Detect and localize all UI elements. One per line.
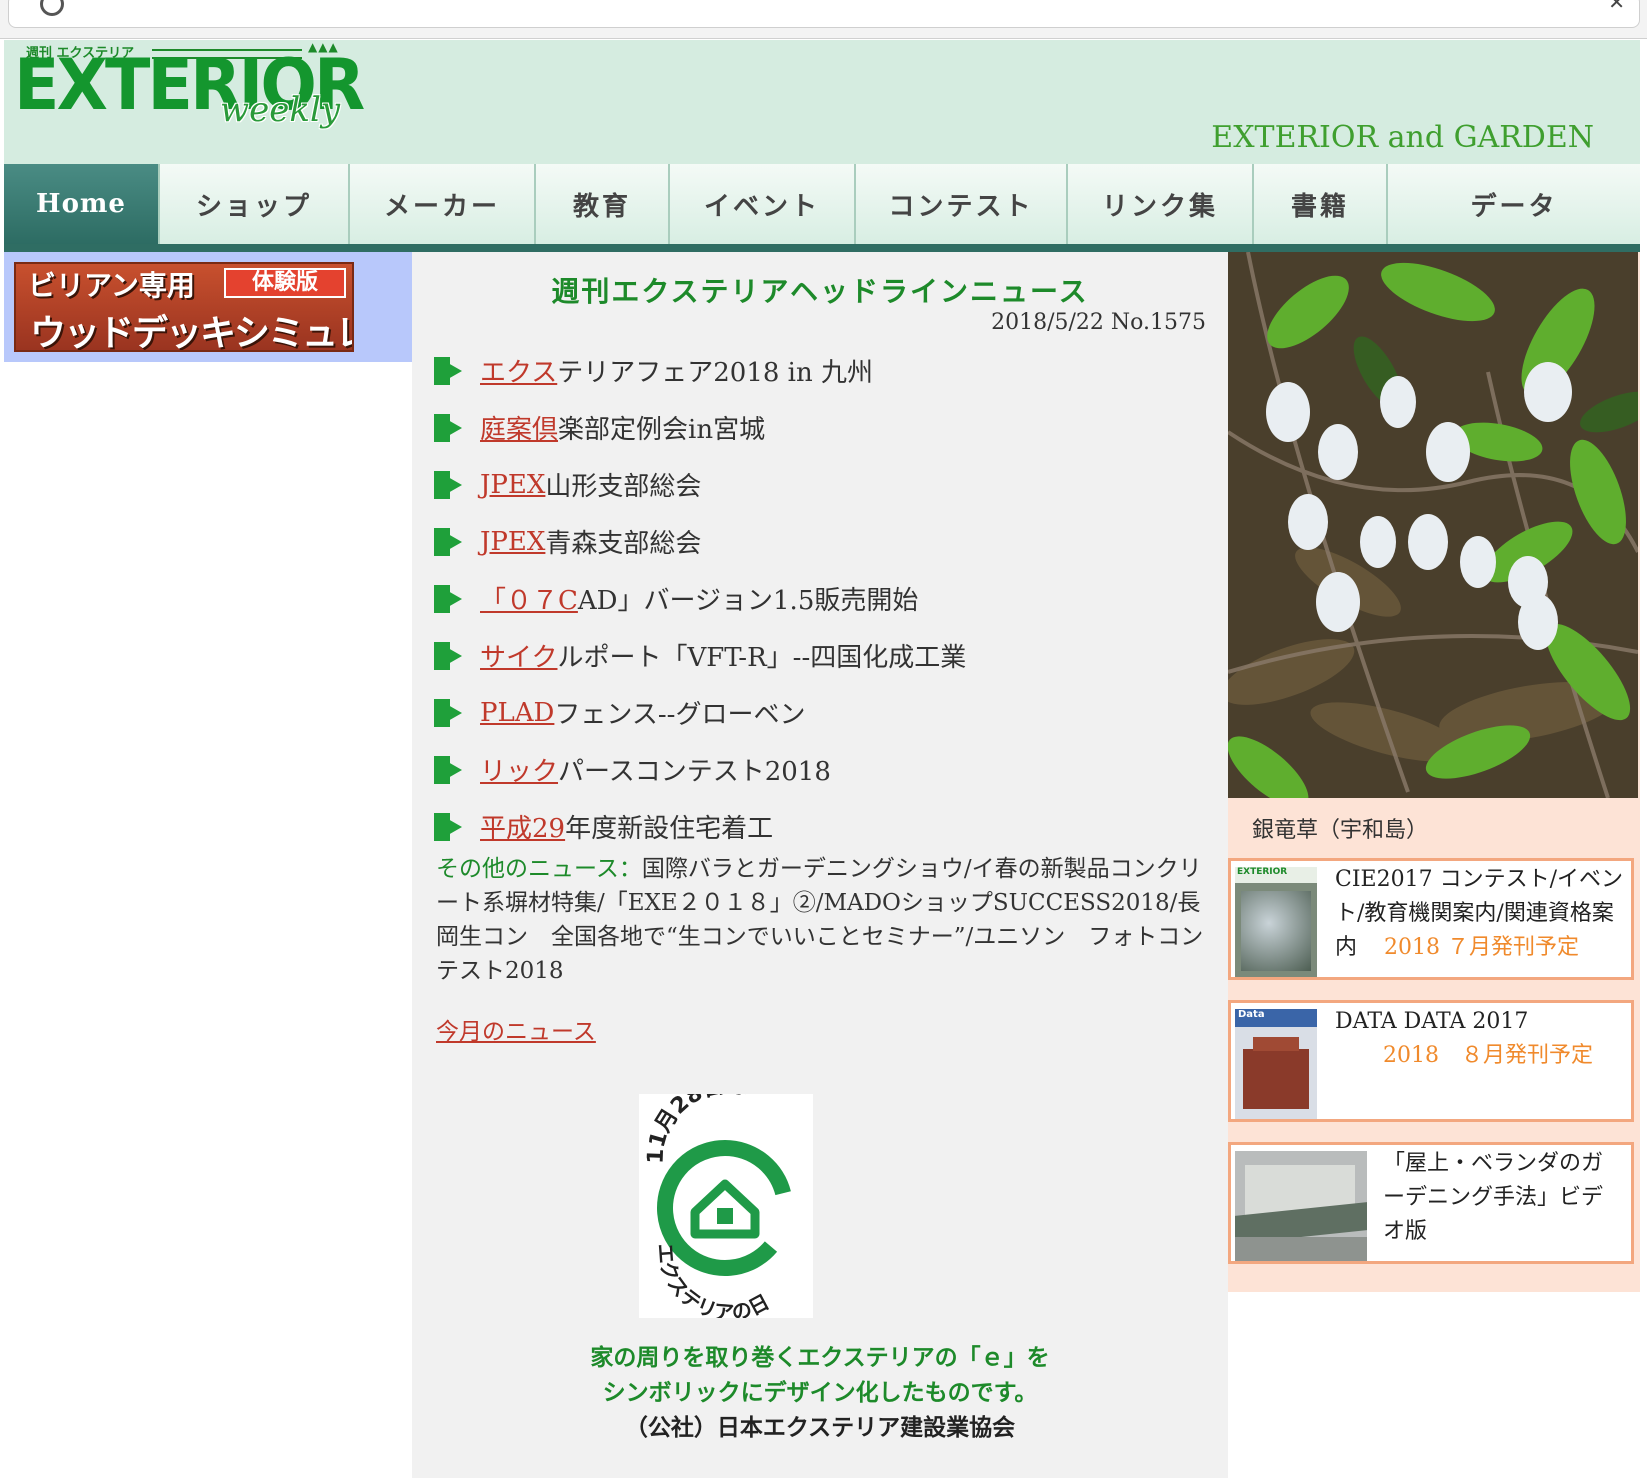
news-item: リック パースコンテスト2018 <box>434 741 1214 798</box>
arrow-bullet-icon <box>434 356 462 385</box>
nav-books[interactable]: 書籍 <box>1254 164 1388 244</box>
news-item: PLAD フェンス--グローベン <box>434 684 1214 741</box>
news-item: 「０７C AD」バージョン1.5販売開始 <box>434 570 1214 627</box>
promo-datadata2017[interactable]: Data DATA DATA 2017 2018 ８月発刊予定 <box>1228 1000 1634 1122</box>
arrow-bullet-icon <box>434 470 462 499</box>
banner-badge: 体験版 <box>224 268 346 298</box>
news-link[interactable]: 「０７C <box>480 580 578 617</box>
logo-weekly: weekly <box>220 90 341 130</box>
news-item: 庭案倶 楽部定例会in宮城 <box>434 399 1214 456</box>
plant-photo-image <box>1228 252 1638 798</box>
cie2017-cover-thumbnail: EXTERIOR <box>1235 867 1317 977</box>
headline-title: 週刊エクステリアヘッドラインニュース <box>551 275 1089 308</box>
featured-plant-photo[interactable] <box>1228 252 1638 798</box>
news-text: ルポート「VFT-R」--四国化成工業 <box>557 643 967 673</box>
arrow-bullet-icon <box>434 812 462 841</box>
photo-caption: 銀竜草（宇和島） <box>1252 818 1429 843</box>
nav-event[interactable]: イベント <box>670 164 856 244</box>
news-item: JPEX 山形支部総会 <box>434 456 1214 513</box>
exterior-day-logo: 11月28日は エクステリアの日 <box>639 1073 813 1325</box>
news-text: AD」バージョン1.5販売開始 <box>577 586 919 616</box>
news-link[interactable]: JPEX <box>480 470 545 500</box>
exterior-day-caption: 家の周りを取り巻くエクステリアの「ｅ」を シンボリックにデザイン化したものです。… <box>412 1340 1228 1445</box>
banner-line2: ウッドデッキシミュレーター <box>30 313 352 352</box>
news-text: 楽部定例会in宮城 <box>558 415 766 445</box>
news-link[interactable]: PLAD <box>480 698 554 728</box>
other-news: その他のニュース：国際バラとガーデニングショウ/イ春の新製品コンクリート系塀材特… <box>436 852 1206 988</box>
promo-text: 「屋上・ベランダのガーデニング手法」ビデオ版 <box>1383 1147 1623 1249</box>
site-header: 週刊 エクステリア ▲▲▲ EXTERIOR weekly EXTERIOR a… <box>4 40 1640 164</box>
news-link[interactable]: リック <box>480 751 558 788</box>
left-sidebar: ビリアン専用 体験版 ウッドデッキシミュレーター <box>4 252 412 362</box>
news-text: 青森支部総会 <box>545 529 702 559</box>
nav-data[interactable]: データ <box>1388 164 1640 244</box>
news-text: テリアフェア2018 in 九州 <box>557 358 873 388</box>
promo-title: 「屋上・ベランダのガーデニング手法」ビデオ版 <box>1383 1151 1604 1244</box>
promo-rooftop-video[interactable]: 「屋上・ベランダのガーデニング手法」ビデオ版 <box>1228 1142 1634 1264</box>
association-name: （公社）日本エクステリア建設業協会 <box>624 1414 1016 1441</box>
banner-line1: ビリアン専用 <box>28 269 195 302</box>
news-list: エクス テリアフェア2018 in 九州 庭案倶 楽部定例会in宮城 JPEX 山形支… <box>434 342 1214 855</box>
nav-maker[interactable]: メーカー <box>350 164 536 244</box>
news-link[interactable]: 平成29 <box>480 808 565 845</box>
news-text: フェンス--グローベン <box>554 700 806 730</box>
browser-toolbar: ✕ <box>0 0 1647 39</box>
main-nav: Home ショップ メーカー 教育 イベント コンテスト リンク集 書籍 データ <box>4 164 1640 252</box>
promo-due: 2018 ７月発刊予定 <box>1384 935 1579 960</box>
promo-text: CIE2017 コンテスト/イベント/教育機関案内/関連資格案内 2018 ７月… <box>1335 863 1627 965</box>
arrow-bullet-icon <box>434 641 462 670</box>
news-text: 年度新設住宅着工 <box>565 814 774 844</box>
main-content: 週刊エクステリアヘッドラインニュース 2018/5/22 No.1575 エクス… <box>412 252 1228 1478</box>
arrow-bullet-icon <box>434 755 462 784</box>
news-item: JPEX 青森支部総会 <box>434 513 1214 570</box>
issue-date: 2018/5/22 No.1575 <box>991 310 1206 335</box>
month-news-link[interactable]: 今月のニュース <box>436 1012 596 1046</box>
nav-education[interactable]: 教育 <box>536 164 670 244</box>
site-logo[interactable]: 週刊 エクステリア ▲▲▲ EXTERIOR weekly <box>14 40 365 140</box>
arrow-bullet-icon <box>434 584 462 613</box>
news-text: 山形支部総会 <box>545 472 702 502</box>
site-tagline: EXTERIOR and GARDEN <box>1211 120 1594 155</box>
datadata-cover-thumbnail: Data <box>1235 1009 1317 1119</box>
news-link[interactable]: 庭案倶 <box>480 409 558 446</box>
address-bar[interactable] <box>8 0 1640 28</box>
arrow-bullet-icon <box>434 698 462 727</box>
caption-line-2: シンボリックにデザイン化したものです。 <box>602 1379 1038 1406</box>
news-item: 平成29 年度新設住宅着工 <box>434 798 1214 855</box>
other-news-label: その他のニュース： <box>436 856 642 882</box>
news-item: サイク ルポート「VFT-R」--四国化成工業 <box>434 627 1214 684</box>
close-icon[interactable]: ✕ <box>1608 0 1625 14</box>
nav-home[interactable]: Home <box>4 164 160 244</box>
news-link[interactable]: エクス <box>480 352 557 389</box>
promo-text: DATA DATA 2017 2018 ８月発刊予定 <box>1335 1005 1627 1073</box>
wood-deck-simulator-banner[interactable]: ビリアン専用 体験版 ウッドデッキシミュレーター <box>14 262 354 352</box>
exterior-day-emblem-icon: 11月28日は エクステリアの日 <box>644 1073 793 1325</box>
arrow-bullet-icon <box>434 527 462 556</box>
thumb-label: Data <box>1235 1009 1317 1027</box>
thumb-label: EXTERIOR <box>1235 867 1317 883</box>
nav-links[interactable]: リンク集 <box>1068 164 1254 244</box>
news-item: エクス テリアフェア2018 in 九州 <box>434 342 1214 399</box>
arrow-bullet-icon <box>434 413 462 442</box>
caption-line-1: 家の周りを取り巻くエクステリアの「ｅ」を <box>590 1344 1050 1371</box>
nav-contest[interactable]: コンテスト <box>856 164 1068 244</box>
right-sidebar: 銀竜草（宇和島） EXTERIOR CIE2017 コンテスト/イベント/教育機… <box>1228 252 1640 1292</box>
nav-shop[interactable]: ショップ <box>160 164 350 244</box>
promo-title: DATA DATA 2017 <box>1335 1009 1529 1034</box>
news-text: パースコンテスト2018 <box>558 757 831 787</box>
news-link[interactable]: サイク <box>480 637 557 674</box>
news-link[interactable]: JPEX <box>480 527 545 557</box>
promo-cie2017[interactable]: EXTERIOR CIE2017 コンテスト/イベント/教育機関案内/関連資格案… <box>1228 858 1634 980</box>
promo-due: 2018 ８月発刊予定 <box>1383 1043 1593 1068</box>
rooftop-video-thumbnail <box>1235 1151 1367 1261</box>
